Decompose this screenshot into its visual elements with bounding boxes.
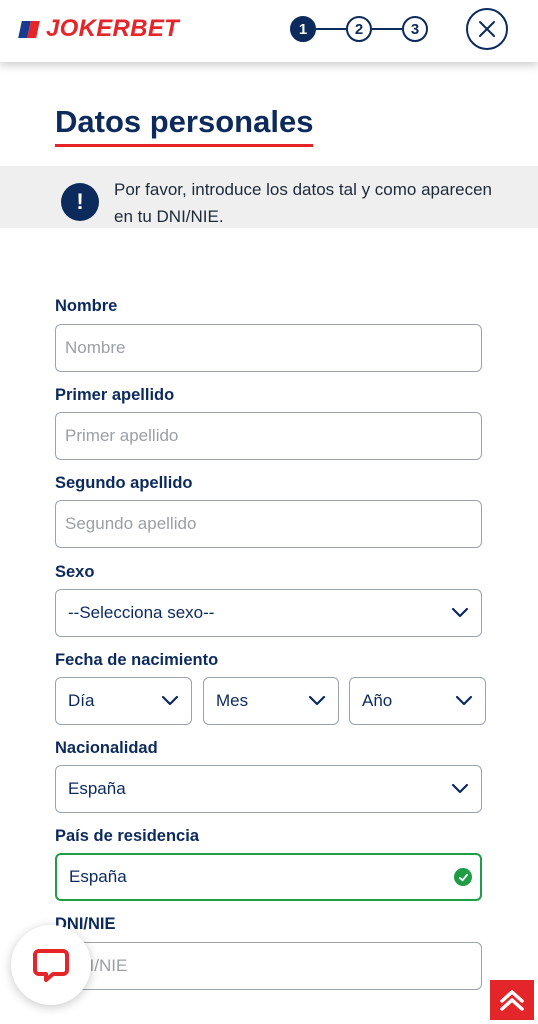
mes-selected: Mes (216, 691, 249, 710)
sexo-label: Sexo (55, 563, 95, 581)
nacionalidad-select[interactable]: España (55, 765, 482, 813)
scroll-top-button[interactable] (490, 980, 534, 1020)
mes-select[interactable]: Mes (203, 677, 339, 725)
primer-apellido-placeholder: Primer apellido (65, 426, 179, 445)
pais-residencia-select[interactable]: España (55, 853, 482, 901)
step-1: 1 (290, 16, 316, 42)
fecha-nacimiento-label: Fecha de nacimiento (55, 651, 219, 669)
step-connector (372, 28, 402, 30)
title-underline (55, 144, 313, 147)
dia-selected: Día (68, 691, 95, 710)
primer-apellido-label: Primer apellido (55, 386, 175, 404)
nombre-input[interactable]: Nombre (55, 324, 482, 372)
segundo-apellido-placeholder: Segundo apellido (65, 514, 197, 533)
valid-check-icon (454, 868, 472, 886)
chevron-down-icon (451, 783, 469, 794)
close-button[interactable] (466, 8, 508, 50)
chat-button[interactable] (11, 925, 91, 1005)
step-3: 3 (402, 16, 428, 42)
step-connector (316, 28, 346, 30)
chat-bubble-icon (33, 949, 69, 982)
info-banner-text: Por favor, introduce los datos tal y com… (114, 180, 492, 226)
chevron-down-icon (455, 695, 473, 706)
chevron-down-icon (308, 695, 326, 706)
primer-apellido-input[interactable]: Primer apellido (55, 412, 482, 460)
nacionalidad-selected: España (68, 779, 126, 798)
chevron-down-icon (451, 607, 469, 618)
dni-input[interactable]: DNI/NIE (55, 942, 482, 990)
top-header: JOKERBET 1 2 3 (0, 0, 538, 62)
nombre-placeholder: Nombre (65, 338, 126, 357)
pais-residencia-selected: España (69, 867, 127, 886)
nacionalidad-label: Nacionalidad (55, 739, 158, 757)
ano-selected: Año (362, 691, 393, 710)
double-chevron-up-icon (500, 990, 524, 1011)
step-indicator: 1 2 3 (290, 15, 428, 43)
chevron-down-icon (161, 695, 179, 706)
close-icon (479, 21, 495, 37)
segundo-apellido-label: Segundo apellido (55, 474, 193, 492)
ano-select[interactable]: Año (349, 677, 486, 725)
jokerbet-logo[interactable]: JOKERBET (18, 15, 180, 43)
logo-mark-icon (18, 18, 42, 40)
segundo-apellido-input[interactable]: Segundo apellido (55, 500, 482, 548)
step-2: 2 (346, 16, 372, 42)
pais-residencia-label: País de residencia (55, 827, 199, 845)
dia-select[interactable]: Día (55, 677, 192, 725)
page-title: Datos personales (55, 104, 314, 139)
logo-text: JOKERBET (46, 15, 180, 42)
nombre-label: Nombre (55, 297, 118, 315)
info-icon: ! (61, 183, 99, 221)
sexo-selected: --Selecciona sexo-- (68, 603, 215, 622)
sexo-select[interactable]: --Selecciona sexo-- (55, 589, 482, 637)
